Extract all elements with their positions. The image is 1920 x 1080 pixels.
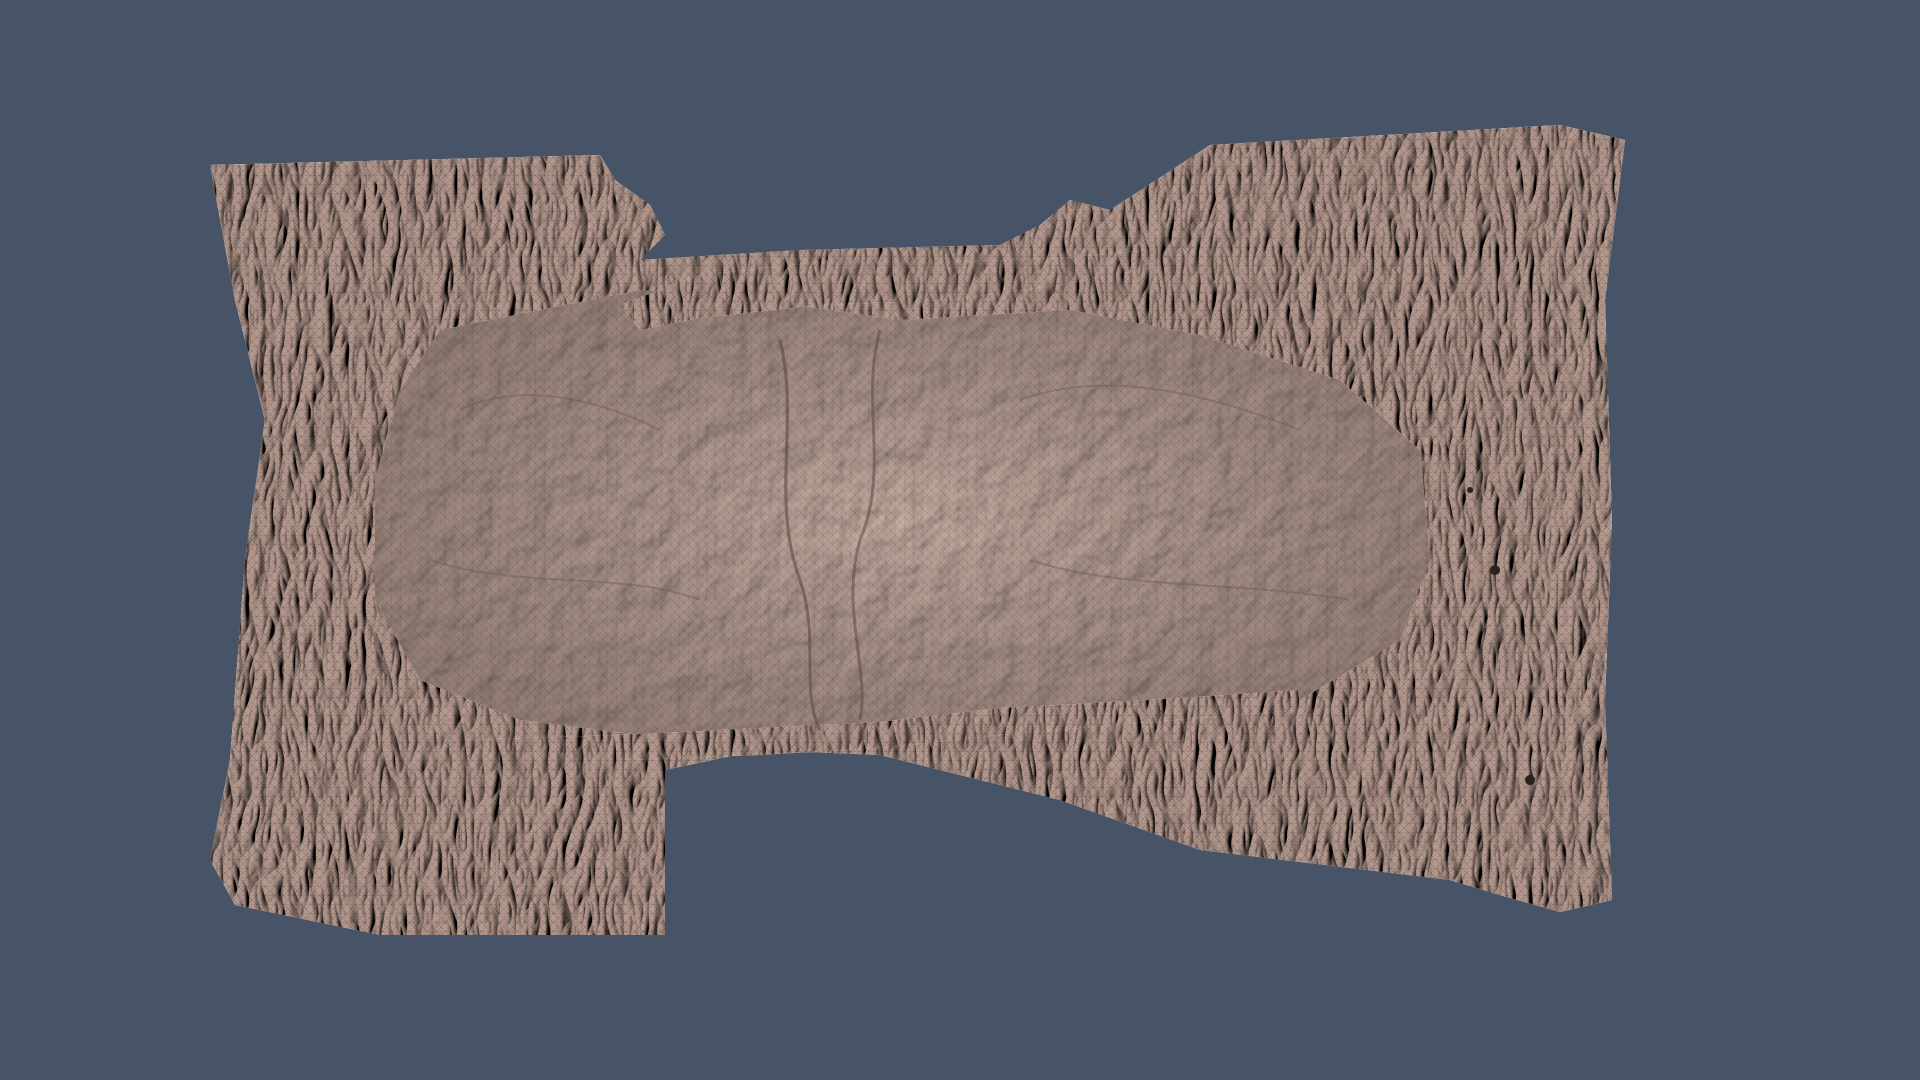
mesh-hole xyxy=(1467,487,1473,493)
inner-core-shading xyxy=(375,290,1430,745)
mesh-hole xyxy=(1525,775,1535,785)
3d-viewport[interactable] xyxy=(0,0,1920,1080)
mesh-render[interactable] xyxy=(0,0,1920,1080)
mesh-hole xyxy=(1490,565,1500,575)
